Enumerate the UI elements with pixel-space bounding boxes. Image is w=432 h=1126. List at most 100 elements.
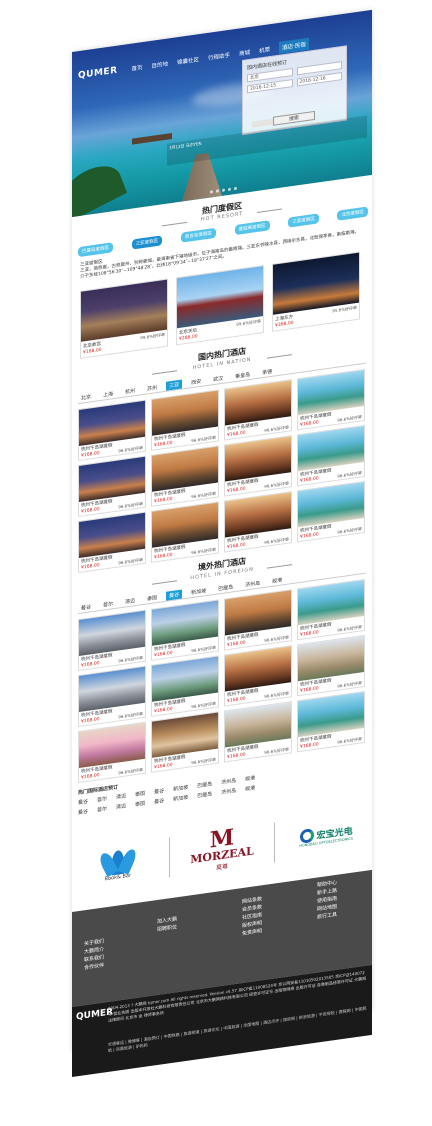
hotel-card[interactable]: 杭州千岛湖度假 ¥168.00 96.6%好评率 bbox=[151, 599, 219, 661]
hotel-card[interactable]: 杭州千岛湖度假 ¥168.00 96.6%好评率 bbox=[78, 511, 146, 574]
hotel-card[interactable]: 杭州千岛湖度假 ¥168.00 96.6%好评率 bbox=[78, 609, 146, 672]
hotel-price: ¥168.00 bbox=[227, 752, 246, 761]
intl-city-link[interactable]: 曼谷 bbox=[78, 798, 88, 806]
hotel-card[interactable]: 杭州千岛湖度假 ¥168.00 96.6%好评率 bbox=[297, 368, 365, 431]
footer-col-join: 加入大鹏 招聘职位 bbox=[157, 915, 177, 934]
intl-city-link[interactable]: 岘港 bbox=[245, 774, 255, 782]
footer-link[interactable]: 免责声明 bbox=[242, 927, 262, 938]
resort-card[interactable]: 北京天坛 ¥288.00 99.6%好评率 bbox=[176, 265, 264, 346]
hotel-rating: 96.6%好评率 bbox=[337, 680, 362, 689]
hotel-photo bbox=[79, 456, 145, 503]
intl-city-link[interactable]: 首尔 bbox=[97, 795, 107, 803]
hotel-card[interactable]: 杭州千岛湖度假 ¥168.00 96.6%好评率 bbox=[151, 389, 219, 451]
intl-city-link[interactable]: 清迈 bbox=[116, 792, 126, 800]
hotel-rating: 96.6%好评率 bbox=[118, 557, 143, 566]
intl-city-link[interactable]: 济州岛 bbox=[221, 787, 236, 796]
hotel-rating: 96.6%好评率 bbox=[191, 546, 216, 556]
hotel-rating: 96.6%好评率 bbox=[337, 526, 362, 535]
hotel-rating: 96.6%好评率 bbox=[264, 424, 289, 433]
nav-item-trip-helper[interactable]: 行程助手 bbox=[208, 51, 230, 62]
hotel-card[interactable]: 杭州千岛湖度假 ¥168.00 96.6%好评率 bbox=[297, 424, 365, 487]
resort-pill[interactable]: 北京度假区 bbox=[337, 206, 368, 221]
hotel-photo bbox=[79, 400, 145, 447]
footer-link[interactable]: 合作伙伴 bbox=[84, 962, 104, 973]
bookbar-logo[interactable]: Book& Bar bbox=[78, 834, 158, 895]
resort-pill[interactable]: 普吉岛度假区 bbox=[180, 227, 216, 243]
resort-pill[interactable]: 巴厘岛度假区 bbox=[78, 242, 113, 258]
resort-card[interactable]: 北京故宫 ¥168.00 99.6%好评率 bbox=[80, 278, 168, 359]
hotel-card[interactable]: 杭州千岛湖度假 ¥168.00 96.6%好评率 bbox=[224, 701, 292, 763]
city-value: 北京 bbox=[250, 74, 259, 81]
nav-item-community[interactable]: 锦囊社区 bbox=[177, 55, 199, 66]
carousel-dot[interactable] bbox=[234, 186, 237, 191]
footer-link[interactable]: 招聘职位 bbox=[157, 923, 177, 934]
hotel-card[interactable]: 杭州千岛湖度假 ¥168.00 96.6%好评率 bbox=[151, 501, 219, 563]
hotel-rating: 96.6%好评率 bbox=[118, 501, 143, 510]
hotel-price: ¥168.00 bbox=[81, 661, 100, 669]
hotel-card[interactable]: 杭州千岛湖度假 ¥168.00 96.6%好评率 bbox=[151, 445, 219, 507]
hotel-card[interactable]: 杭州千岛湖度假 ¥168.00 96.6%好评率 bbox=[297, 578, 365, 641]
hotel-card[interactable]: 杭州千岛湖度假 ¥168.00 96.6%好评率 bbox=[151, 711, 219, 773]
hotel-price: ¥168.00 bbox=[300, 686, 319, 694]
intl-city-link[interactable]: 首尔 bbox=[97, 805, 107, 813]
intl-city-link[interactable]: 曼谷 bbox=[154, 787, 164, 795]
hotel-card[interactable]: 杭州千岛湖度假 ¥168.00 96.6%好评率 bbox=[297, 634, 365, 697]
hotel-rating: 96.6%好评率 bbox=[264, 690, 289, 699]
hotel-card[interactable]: 杭州千岛湖度假 ¥168.00 96.6%好评率 bbox=[224, 645, 292, 707]
intl-city-link[interactable]: 泰国 bbox=[135, 790, 145, 798]
nav-item-mall[interactable]: 商城 bbox=[239, 48, 250, 58]
hotel-price: ¥168.00 bbox=[227, 640, 246, 649]
hotel-photo bbox=[79, 512, 145, 559]
intl-city-link[interactable]: 新加坡 bbox=[173, 784, 188, 793]
resort-pill[interactable]: 三亚度假区 bbox=[288, 213, 319, 228]
nav-item-destination[interactable]: 目的地 bbox=[152, 60, 169, 70]
intl-city-link[interactable]: 济州岛 bbox=[221, 777, 236, 786]
intl-city-link[interactable]: 巴厘岛 bbox=[197, 780, 212, 789]
hotel-photo bbox=[225, 646, 291, 692]
hotel-photo bbox=[298, 425, 364, 472]
hotel-rating: 96.6%好评率 bbox=[118, 445, 143, 454]
hotel-photo bbox=[79, 666, 145, 713]
hotel-rating: 96.6%好评率 bbox=[264, 634, 289, 643]
nav-item-flights[interactable]: 机票 bbox=[259, 45, 270, 55]
hotel-card[interactable]: 杭州千岛湖度假 ¥168.00 96.6%好评率 bbox=[224, 491, 292, 553]
resort-card[interactable]: 上海东方 ¥368.00 95.6%好评率 bbox=[272, 251, 360, 332]
hotel-card[interactable]: 杭州千岛湖度假 ¥168.00 96.6%好评率 bbox=[297, 690, 365, 753]
resort-pill[interactable]: 夏威夷度假区 bbox=[234, 220, 270, 236]
intl-city-link[interactable]: 清迈 bbox=[116, 802, 126, 810]
site-logo[interactable]: QUMER bbox=[78, 66, 118, 82]
intl-city-link[interactable]: 曼谷 bbox=[154, 797, 164, 805]
hotel-price: ¥168.00 bbox=[300, 630, 319, 638]
hotel-card[interactable]: 杭州千岛湖度假 ¥168.00 96.6%好评率 bbox=[224, 589, 292, 651]
hotel-price: ¥168.00 bbox=[154, 496, 173, 505]
hotel-photo bbox=[225, 590, 291, 636]
morzeal-logo[interactable]: M MORZEAL 莫尊 bbox=[182, 819, 262, 880]
hotel-card[interactable]: 杭州千岛湖度假 ¥168.00 96.6%好评率 bbox=[224, 379, 292, 441]
resort-pill-active[interactable]: 三亚度假区 bbox=[131, 235, 163, 250]
hotel-card[interactable]: 杭州千岛湖度假 ¥168.00 96.6%好评率 bbox=[151, 655, 219, 717]
hotel-card[interactable]: 杭州千岛湖度假 ¥168.00 96.6%好评率 bbox=[297, 480, 365, 543]
intl-city-link[interactable]: 曼谷 bbox=[78, 808, 88, 816]
carousel-dot[interactable] bbox=[222, 188, 225, 192]
hotel-price: ¥168.00 bbox=[154, 440, 173, 449]
intl-city-link[interactable]: 岘港 bbox=[245, 784, 255, 792]
hotel-rating: 96.6%好评率 bbox=[191, 490, 216, 500]
hotel-photo bbox=[298, 579, 364, 626]
hotel-card[interactable]: 杭州千岛湖度假 ¥168.00 96.6%好评率 bbox=[78, 455, 146, 518]
intl-city-link[interactable]: 巴厘岛 bbox=[197, 790, 212, 799]
carousel-dot[interactable] bbox=[228, 187, 231, 192]
intl-city-link[interactable]: 新加坡 bbox=[173, 794, 188, 803]
footer-link[interactable]: 旅行工具 bbox=[317, 911, 337, 922]
nav-item-home[interactable]: 首页 bbox=[132, 63, 143, 73]
hotel-card[interactable]: 杭州千岛湖度假 ¥168.00 96.6%好评率 bbox=[78, 665, 146, 728]
intl-city-link[interactable]: 泰国 bbox=[135, 800, 145, 808]
hotel-card[interactable]: 杭州千岛湖度假 ¥168.00 96.6%好评率 bbox=[224, 435, 292, 497]
hotel-card[interactable]: 杭州千岛湖度假 ¥168.00 96.6%好评率 bbox=[78, 399, 146, 462]
carousel-dot[interactable] bbox=[216, 189, 219, 193]
carousel-dot[interactable] bbox=[210, 190, 213, 194]
hotel-photo bbox=[152, 656, 218, 702]
page-sheet: QUMER 首页 目的地 锦囊社区 行程助手 商城 机票 酒店·民宿 国内酒店在… bbox=[72, 9, 372, 1077]
hongbao-logo[interactable]: 宏宝光电 HONGBAO OPTOELECTRONICS bbox=[286, 805, 366, 866]
hotel-card[interactable]: 杭州千岛湖度假 ¥168.00 96.6%好评率 bbox=[78, 721, 146, 784]
hotel-photo bbox=[152, 600, 218, 646]
